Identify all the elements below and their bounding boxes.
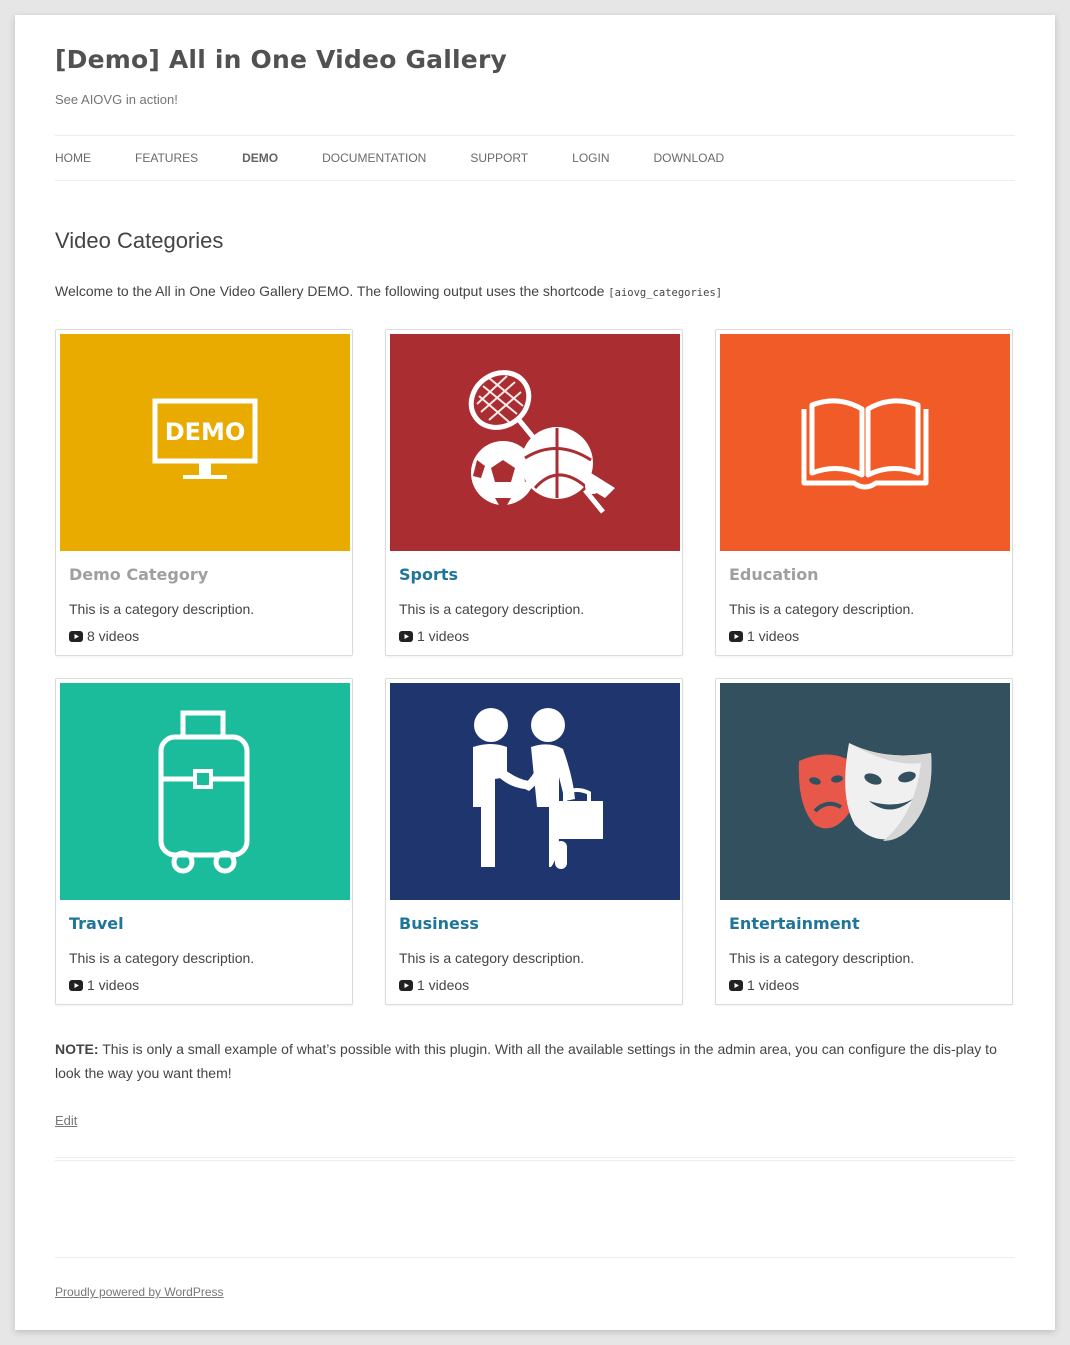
note-text: This is only a small example of what’s p… — [55, 1041, 997, 1081]
video-count-label: 1 videos — [417, 977, 470, 993]
footer-divider — [55, 1257, 1015, 1258]
nav-item-features[interactable]: FEATURES — [135, 151, 198, 165]
video-count-label: 1 videos — [87, 977, 140, 993]
footer-credit-link[interactable]: Proudly powered by WordPress — [55, 1285, 224, 1299]
video-count: 1 videos — [69, 977, 139, 993]
category-title[interactable]: Business — [399, 914, 479, 933]
demo-icon-text: DEMO — [165, 418, 246, 446]
category-thumbnail[interactable] — [390, 334, 680, 551]
open-book-icon — [801, 397, 929, 489]
site-title[interactable]: [Demo] All in One Video Gallery — [55, 45, 1015, 74]
page: [Demo] All in One Video Gallery See AIOV… — [15, 15, 1055, 1330]
video-icon — [399, 979, 413, 991]
category-title[interactable]: Demo Category — [69, 565, 208, 584]
video-count: 8 videos — [69, 628, 139, 644]
nav-item-login[interactable]: LOGIN — [572, 151, 609, 165]
nav-item-documentation[interactable]: DOCUMENTATION — [322, 151, 426, 165]
nav-item-demo[interactable]: DEMO — [242, 151, 278, 165]
sports-balls-icon — [468, 369, 615, 514]
edit-link[interactable]: Edit — [55, 1113, 77, 1128]
video-count: 1 videos — [399, 628, 469, 644]
category-description: This is a category description. — [399, 950, 585, 966]
category-title[interactable]: Travel — [69, 914, 124, 933]
category-thumbnail[interactable]: DEMO — [60, 334, 350, 551]
category-grid: DEMO Demo Category This is a category de… — [55, 329, 1015, 1009]
note-paragraph: NOTE: This is only a small example of wh… — [55, 1037, 1015, 1085]
category-description: This is a category description. — [69, 950, 255, 966]
category-description: This is a category description. — [729, 950, 915, 966]
intro-sentence: Welcome to the All in One Video Gallery … — [55, 283, 605, 299]
video-icon — [69, 630, 83, 642]
nav-item-home[interactable]: HOME — [55, 151, 91, 165]
demo-monitor-icon: DEMO — [152, 398, 258, 479]
category-thumbnail[interactable] — [720, 683, 1010, 900]
category-card-business[interactable]: Business This is a category description.… — [385, 678, 683, 1005]
video-count-label: 1 videos — [747, 628, 800, 644]
video-count: 1 videos — [729, 628, 799, 644]
video-count: 1 videos — [399, 977, 469, 993]
category-title[interactable]: Entertainment — [729, 914, 860, 933]
intro-text: Welcome to the All in One Video Gallery … — [55, 283, 1015, 299]
note-label: NOTE: — [55, 1041, 99, 1057]
site-description: See AIOVG in action! — [55, 92, 178, 107]
category-thumbnail[interactable] — [720, 334, 1010, 551]
category-description: This is a category description. — [69, 601, 255, 617]
page-title: Video Categories — [55, 228, 224, 253]
video-count-label: 1 videos — [417, 628, 470, 644]
category-description: This is a category description. — [399, 601, 585, 617]
video-count-label: 1 videos — [747, 977, 800, 993]
category-card-demo[interactable]: DEMO Demo Category This is a category de… — [55, 329, 353, 656]
category-thumbnail[interactable] — [60, 683, 350, 900]
video-icon — [729, 630, 743, 642]
video-icon — [729, 979, 743, 991]
nav-item-support[interactable]: SUPPORT — [470, 151, 528, 165]
category-title[interactable]: Sports — [399, 565, 458, 584]
category-description: This is a category description. — [729, 601, 915, 617]
category-card-sports[interactable]: Sports This is a category description. 1… — [385, 329, 683, 656]
video-count: 1 videos — [729, 977, 799, 993]
video-icon — [69, 979, 83, 991]
video-count-label: 8 videos — [87, 628, 140, 644]
main-navigation: HOME FEATURES DEMO DOCUMENTATION SUPPORT… — [55, 135, 1015, 181]
suitcase-icon — [158, 710, 250, 874]
video-icon — [399, 630, 413, 642]
category-card-travel[interactable]: Travel This is a category description. 1… — [55, 678, 353, 1005]
category-card-entertainment[interactable]: Entertainment This is a category descrip… — [715, 678, 1013, 1005]
category-card-education[interactable]: Education This is a category description… — [715, 329, 1013, 656]
category-thumbnail[interactable] — [390, 683, 680, 900]
shortcode: [aiovg_categories] — [608, 287, 723, 299]
content-divider — [55, 1157, 1015, 1161]
handshake-icon — [473, 707, 603, 869]
nav-item-download[interactable]: DOWNLOAD — [653, 151, 724, 165]
theater-masks-icon — [798, 742, 932, 841]
category-title[interactable]: Education — [729, 565, 819, 584]
